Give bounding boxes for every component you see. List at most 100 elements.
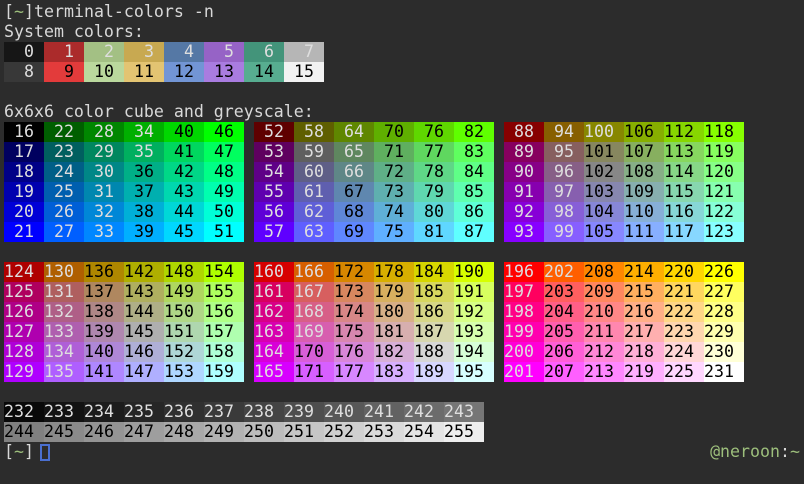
color-cell-10: 10 <box>84 62 124 82</box>
color-cell-167: 167 <box>294 282 334 302</box>
color-cell-70: 70 <box>374 122 414 142</box>
color-cell-216: 216 <box>624 302 664 322</box>
color-cell-254: 254 <box>404 422 444 442</box>
color-cell-225: 225 <box>664 362 704 382</box>
color-cell-231: 231 <box>704 362 744 382</box>
color-cell-134: 134 <box>44 342 84 362</box>
color-cell-160: 160 <box>254 262 294 282</box>
color-cell-111: 111 <box>624 222 664 242</box>
color-cell-143: 143 <box>124 282 164 302</box>
color-cell-30: 30 <box>84 162 124 182</box>
color-cell-71: 71 <box>374 142 414 162</box>
color-cell-151: 151 <box>164 322 204 342</box>
color-row: 8995101107113119 <box>504 142 744 162</box>
color-cell-198: 198 <box>504 302 544 322</box>
color-cell-144: 144 <box>124 302 164 322</box>
color-cell-20: 20 <box>4 202 44 222</box>
color-cell-230: 230 <box>704 342 744 362</box>
color-cell-159: 159 <box>204 362 244 382</box>
color-cell-252: 252 <box>324 422 364 442</box>
color-cell-147: 147 <box>124 362 164 382</box>
color-cell-205: 205 <box>544 322 584 342</box>
color-cell-105: 105 <box>584 222 624 242</box>
color-cell-201: 201 <box>504 362 544 382</box>
command-line: [~]terminal-colors -n <box>4 2 804 22</box>
color-cell-215: 215 <box>624 282 664 302</box>
color-cell-191: 191 <box>454 282 494 302</box>
color-cell-253: 253 <box>364 422 404 442</box>
color-cell-122: 122 <box>704 202 744 222</box>
color-cell-203: 203 <box>544 282 584 302</box>
color-cell-124: 124 <box>4 262 44 282</box>
cube-block-16-51: 1622283440461723293541471824303642481925… <box>4 122 244 242</box>
color-cell-35: 35 <box>124 142 164 162</box>
cube-block-160-195: 1601661721781841901611671731791851911621… <box>254 262 494 382</box>
color-cell-162: 162 <box>254 302 294 322</box>
prompt-line: [~] @neroon:~ <box>4 442 804 462</box>
color-cell-169: 169 <box>294 322 334 342</box>
color-cell-63: 63 <box>294 222 334 242</box>
color-cell-127: 127 <box>4 322 44 342</box>
color-cell-189: 189 <box>414 362 454 382</box>
color-cell-190: 190 <box>454 262 494 282</box>
color-cell-131: 131 <box>44 282 84 302</box>
color-cell-97: 97 <box>544 182 584 202</box>
color-cell-76: 76 <box>414 122 454 142</box>
color-cell-229: 229 <box>704 322 744 342</box>
color-row: 202632384450 <box>4 202 244 222</box>
color-cell-249: 249 <box>204 422 244 442</box>
color-cell-223: 223 <box>664 322 704 342</box>
color-row: 244245246247248249250251252253254255 <box>4 422 804 442</box>
color-row: 129135141147153159 <box>4 362 244 382</box>
color-cell-8: 8 <box>4 62 44 82</box>
color-cell-37: 37 <box>124 182 164 202</box>
color-cell-125: 125 <box>4 282 44 302</box>
terminal-cursor[interactable] <box>40 444 50 461</box>
color-cell-139: 139 <box>84 322 124 342</box>
color-row: 126132138144150156 <box>4 302 244 322</box>
color-row: 556167737985 <box>254 182 494 202</box>
color-cell-172: 172 <box>334 262 374 282</box>
color-cell-240: 240 <box>324 402 364 422</box>
command-text: terminal-colors -n <box>34 2 214 21</box>
color-cell-50: 50 <box>204 202 244 222</box>
color-cell-248: 248 <box>164 422 204 442</box>
prompt-bracket-open: [ <box>4 442 14 461</box>
color-row: 8894100106112118 <box>504 122 744 142</box>
color-cell-100: 100 <box>584 122 624 142</box>
color-cell-73: 73 <box>374 182 414 202</box>
color-cell-146: 146 <box>124 342 164 362</box>
color-cell-82: 82 <box>454 122 494 142</box>
color-cell-33: 33 <box>84 222 124 242</box>
color-cell-196: 196 <box>504 262 544 282</box>
cube-label: 6x6x6 color cube and greyscale: <box>4 102 804 122</box>
cube-section-lower: 1241301361421481541251311371431491551261… <box>4 262 804 382</box>
color-cell-182: 182 <box>374 342 414 362</box>
color-cell-4: 4 <box>164 42 204 62</box>
color-cell-241: 241 <box>364 402 404 422</box>
color-row: 232233234235236237238239240241242243 <box>4 402 804 422</box>
color-row: 01234567 <box>4 42 804 62</box>
color-cell-242: 242 <box>404 402 444 422</box>
color-cell-62: 62 <box>294 202 334 222</box>
rprompt-user: @neroon <box>710 442 780 461</box>
color-cell-168: 168 <box>294 302 334 322</box>
color-cell-232: 232 <box>4 402 44 422</box>
color-cell-78: 78 <box>414 162 454 182</box>
color-cell-224: 224 <box>664 342 704 362</box>
color-cell-16: 16 <box>4 122 44 142</box>
cube-block-124-159: 1241301361421481541251311371431491551261… <box>4 262 244 382</box>
color-cell-130: 130 <box>44 262 84 282</box>
color-cell-9: 9 <box>44 62 84 82</box>
color-cell-221: 221 <box>664 282 704 302</box>
color-cell-150: 150 <box>164 302 204 322</box>
color-cell-156: 156 <box>204 302 244 322</box>
color-cell-56: 56 <box>254 202 294 222</box>
color-cell-54: 54 <box>254 162 294 182</box>
color-cell-145: 145 <box>124 322 164 342</box>
blank-line <box>4 82 804 102</box>
terminal-screen[interactable]: [~]terminal-colors -n System colors: 012… <box>0 0 804 484</box>
color-row: 161167173179185191 <box>254 282 494 302</box>
color-cell-185: 185 <box>414 282 454 302</box>
color-cell-194: 194 <box>454 342 494 362</box>
